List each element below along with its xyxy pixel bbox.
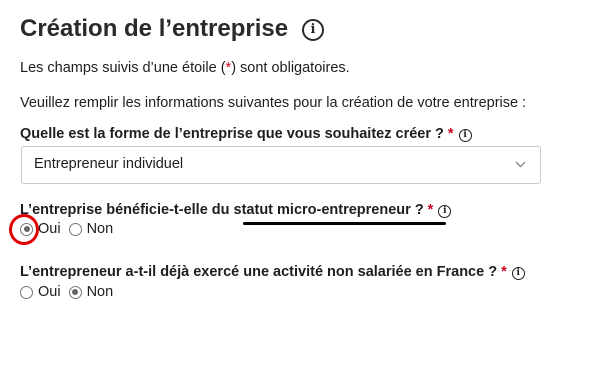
info-icon[interactable]: i (511, 267, 525, 280)
required-note-after: ) sont obligatoires. (231, 60, 350, 76)
info-icon[interactable]: i (438, 205, 452, 218)
micro-entrepreneur-oui-label[interactable]: Oui (38, 221, 61, 237)
prior-activity-oui-radio[interactable] (20, 285, 33, 299)
company-form-select[interactable]: Entrepreneur individuel (21, 146, 541, 184)
company-form-select-value: Entrepreneur individuel (34, 156, 184, 172)
required-star: * (427, 202, 434, 218)
info-icon[interactable]: i (458, 129, 472, 142)
required-note-before: Les champs suivis d’une étoile ( (20, 60, 226, 76)
micro-entrepreneur-non-label[interactable]: Non (87, 221, 114, 237)
question-prior-activity-label: L’entrepreneur a-t-il déjà exercé une ac… (20, 264, 498, 280)
question-prior-activity: L’entrepreneur a-t-il déjà exercé une ac… (20, 264, 525, 280)
prior-activity-non-label[interactable]: Non (87, 284, 114, 300)
prior-activity-oui-label[interactable]: Oui (38, 284, 61, 300)
prior-activity-non-radio[interactable] (68, 285, 82, 299)
chevron-down-icon (515, 161, 526, 168)
prior-activity-radio-group: Oui Non (20, 284, 121, 300)
question-company-form: Quelle est la forme de l’entreprise que … (20, 126, 472, 142)
highlight-circle (9, 214, 39, 245)
question-company-form-label: Quelle est la forme de l’entreprise que … (20, 126, 444, 142)
required-star: * (447, 126, 454, 142)
question-micro-entrepreneur: L’entreprise bénéficie-t-elle du statut … (20, 202, 452, 218)
micro-entrepreneur-non-radio[interactable] (68, 222, 82, 236)
highlight-underline (243, 222, 446, 225)
required-star: * (501, 264, 507, 280)
page-title: Création de l’entreprise (20, 15, 289, 42)
question-micro-entrepreneur-label: L’entreprise bénéficie-t-elle du statut … (20, 202, 424, 218)
title-info-icon[interactable]: i (302, 19, 324, 41)
required-fields-note: Les champs suivis d’une étoile (*) sont … (20, 60, 350, 76)
intro-text: Veuillez remplir les informations suivan… (20, 95, 527, 111)
